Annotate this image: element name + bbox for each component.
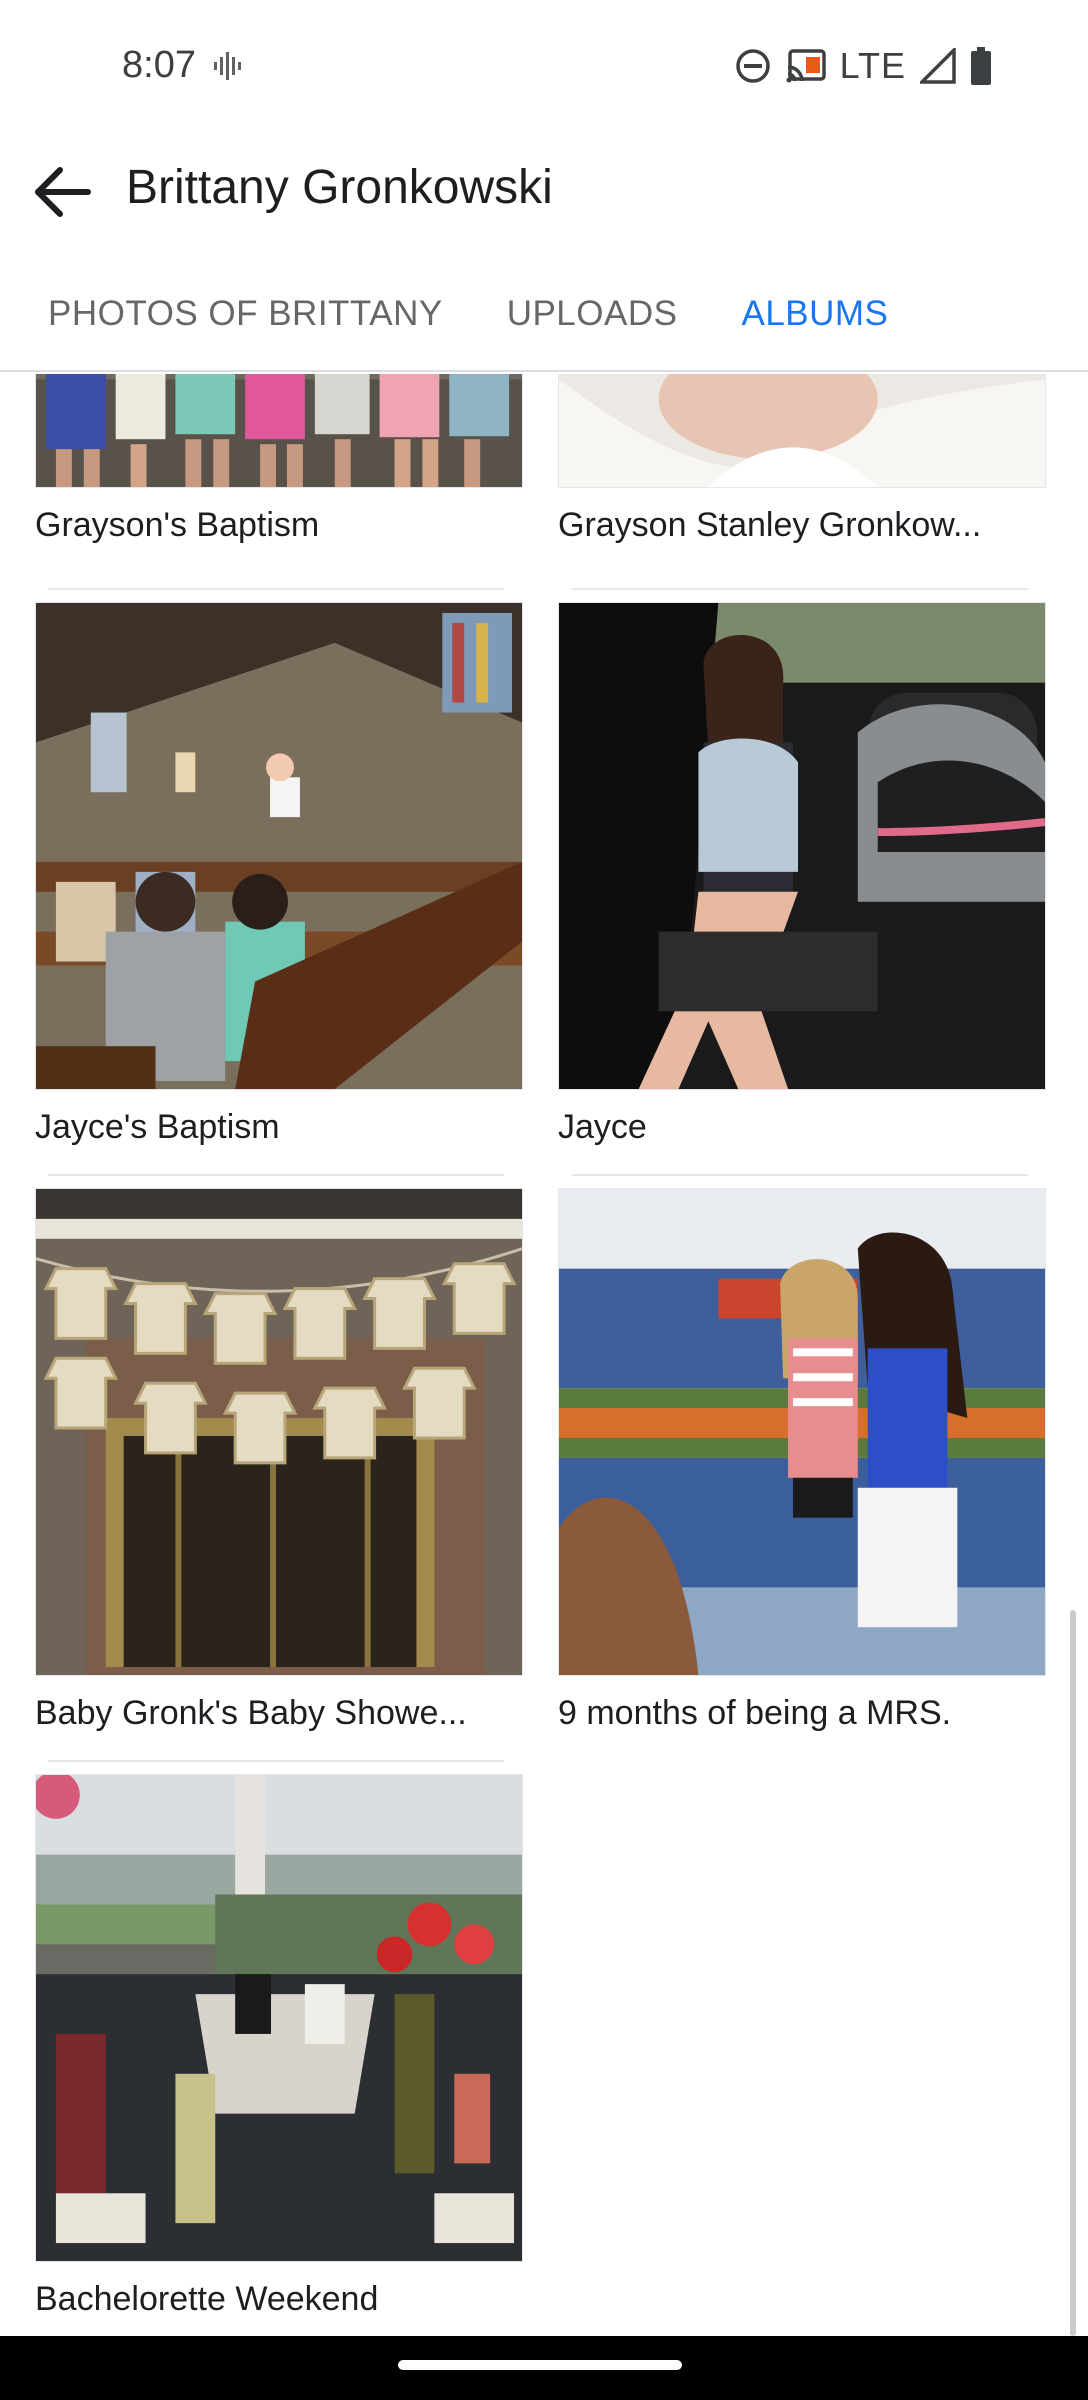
album-title: Grayson Stanley Gronkow... [558, 506, 982, 544]
status-icons: LTE [734, 44, 992, 88]
album-bachelorette-weekend[interactable]: Bachelorette Weekend [35, 1774, 523, 2319]
album-9-months-mrs[interactable]: 9 months of being a MRS. [558, 1188, 1046, 1733]
page-title: Brittany Gronkowski [126, 161, 553, 214]
album-cover [558, 1188, 1046, 1676]
album-cover [35, 374, 523, 488]
battery-icon [971, 47, 991, 85]
tab-photos-of[interactable]: PHOTOS OF BRITTANY [48, 294, 443, 334]
tab-albums[interactable]: ALBUMS [741, 294, 888, 334]
back-button[interactable] [22, 152, 102, 232]
album-grid: Grayson's Baptism Grayson Stanley Gronko… [0, 374, 1088, 2336]
tab-uploads[interactable]: UPLOADS [507, 294, 678, 334]
album-title: Bachelorette Weekend [35, 2280, 379, 2318]
vibrate-icon [214, 52, 241, 80]
album-jayces-baptism[interactable]: Jayce's Baptism [35, 602, 523, 1147]
album-jayce[interactable]: Jayce [558, 602, 1046, 1147]
status-bar: 8:07 LTE [0, 0, 1088, 134]
back-arrow-icon [35, 167, 91, 217]
divider [48, 588, 504, 590]
album-baby-shower[interactable]: Baby Gronk's Baby Showe... [35, 1188, 523, 1733]
do-not-disturb-icon [735, 49, 770, 83]
tab-bar: PHOTOS OF BRITTANY UPLOADS ALBUMS [0, 258, 1088, 372]
album-graysons-baptism[interactable]: Grayson's Baptism [35, 374, 523, 545]
cast-icon [786, 49, 826, 83]
system-nav-bar [0, 2336, 1088, 2400]
album-cover [35, 1774, 523, 2262]
album-title: Jayce's Baptism [35, 1108, 280, 1146]
album-title: Baby Gronk's Baby Showe... [35, 1694, 467, 1732]
album-title: Jayce [558, 1108, 647, 1146]
album-cover [35, 1188, 523, 1676]
home-gesture-handle[interactable] [398, 2360, 682, 2370]
signal-icon [920, 48, 956, 84]
album-cover [558, 374, 1046, 488]
scrollbar[interactable] [1070, 1610, 1076, 2336]
album-grayson-stanley[interactable]: Grayson Stanley Gronkow... [558, 374, 1046, 545]
app-header: Brittany Gronkowski [0, 134, 1088, 246]
status-time: 8:07 [122, 44, 196, 86]
divider [48, 1760, 504, 1762]
album-cover [35, 602, 523, 1090]
network-type: LTE [839, 45, 906, 86]
album-cover [558, 602, 1046, 1090]
divider [48, 1174, 504, 1176]
album-title: 9 months of being a MRS. [558, 1694, 952, 1732]
divider [572, 588, 1028, 590]
album-title: Grayson's Baptism [35, 506, 320, 544]
divider [572, 1174, 1028, 1176]
